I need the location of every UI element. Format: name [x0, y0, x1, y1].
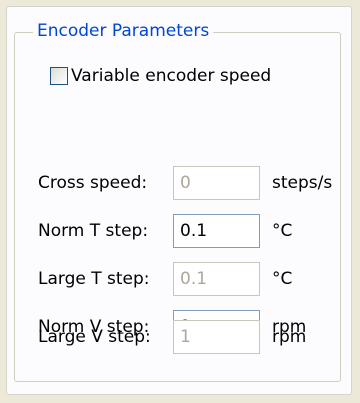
norm-t-step-label: Norm T step: [38, 221, 149, 241]
checkbox-label[interactable]: Variable encoder speed [71, 64, 271, 88]
large-t-step-unit: °C [272, 269, 293, 289]
norm-t-step-field[interactable]: 0.1 [173, 214, 260, 248]
variable-encoder-speed-checkbox[interactable]: Variable encoder speed [50, 64, 271, 88]
group-title: Encoder Parameters [33, 18, 214, 44]
cross-speed-field: 0 [173, 166, 260, 200]
large-v-step-unit: rpm [272, 327, 307, 347]
cross-speed-unit: steps/s [272, 173, 333, 193]
large-t-step-label: Large T step: [38, 269, 150, 289]
checkbox-box[interactable] [50, 67, 68, 85]
large-v-step-label: Large V step: [38, 327, 151, 347]
large-v-step-field: 1 [173, 320, 260, 354]
cross-speed-label: Cross speed: [38, 173, 148, 193]
norm-t-step-unit: °C [272, 221, 293, 241]
large-t-step-field: 0.1 [173, 262, 260, 296]
